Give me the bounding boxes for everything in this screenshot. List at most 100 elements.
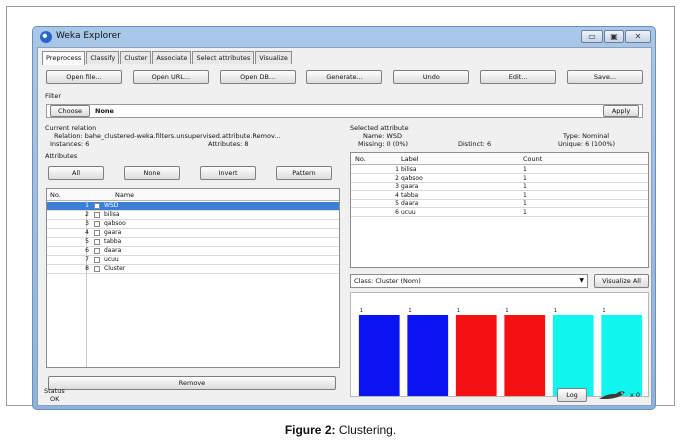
log-button[interactable]: Log — [557, 388, 587, 402]
save-button[interactable]: Save... — [566, 70, 643, 84]
histogram-bar-daara — [552, 315, 594, 396]
filter-field[interactable]: Choose None Apply — [46, 104, 643, 118]
open-file-button[interactable]: Open file... — [46, 70, 122, 84]
attribute-row[interactable]: 5 tabba — [47, 238, 339, 247]
attribute-checkbox[interactable] — [94, 230, 100, 236]
attributes-heading: Attributes — [45, 152, 78, 160]
label-count: 1 — [523, 200, 527, 207]
label-number: 3 — [395, 183, 399, 190]
attribute-checkbox[interactable] — [94, 266, 100, 272]
label-row[interactable]: 1 bilisa 1 — [351, 166, 648, 174]
attribute-name: gaara — [104, 229, 122, 236]
label-row[interactable]: 5 daara 1 — [351, 200, 648, 208]
label-row[interactable]: 4 tabba 1 — [351, 192, 648, 200]
attribute-checkbox[interactable] — [94, 257, 100, 263]
label-number: 1 — [395, 166, 399, 173]
attribute-name: tabba — [104, 238, 122, 245]
selected-attribute-distinct: Distinct: 6 — [458, 140, 492, 148]
tab-classify[interactable]: Classify — [86, 51, 120, 64]
edit-button[interactable]: Edit... — [480, 70, 557, 84]
close-button[interactable]: ✕ — [625, 30, 651, 43]
label-row[interactable]: 2 qabsoo 1 — [351, 175, 648, 183]
tab-preprocess[interactable]: Preprocess — [42, 51, 86, 65]
attribute-name: ucuu — [104, 256, 119, 263]
open-url-button[interactable]: Open URL... — [132, 70, 209, 84]
label-column-no-header: No. — [355, 155, 366, 163]
attributes-count: Attributes: 8 — [208, 140, 249, 148]
label-row[interactable]: 3 gaara 1 — [351, 183, 648, 191]
attribute-name: WSD — [104, 202, 119, 209]
attribute-number: 4 — [85, 229, 89, 236]
histogram-svg: 1 1 1 1 1 1 — [358, 308, 643, 396]
visualize-all-button[interactable]: Visualize All — [594, 274, 649, 288]
attribute-number: 7 — [85, 256, 89, 263]
attribute-checkbox[interactable] — [94, 248, 100, 254]
label-count: 1 — [523, 208, 527, 216]
relation-name: Relation: bahe_clustered-weka.filters.un… — [54, 132, 281, 140]
instances-count: Instances: 6 — [50, 140, 90, 148]
generate-button[interactable]: Generate... — [306, 70, 383, 84]
attribute-row[interactable]: 8 Cluster — [47, 265, 339, 274]
attribute-name: qabsoo — [104, 220, 126, 227]
attribute-number: 2 — [85, 211, 89, 218]
maximize-button[interactable]: ▣ — [604, 30, 624, 43]
tab-select-attributes[interactable]: Select attributes — [192, 51, 255, 64]
attribute-row[interactable]: 4 gaara — [47, 229, 339, 238]
selected-attribute-type: Type: Nominal — [563, 132, 610, 140]
label-number: 5 — [395, 200, 399, 207]
label-column-count-header: Count — [523, 155, 543, 163]
attribute-number: 8 — [85, 265, 89, 272]
attribute-checkbox[interactable] — [94, 221, 100, 227]
selected-attribute-name: Name: WSD — [363, 132, 402, 140]
attribute-row[interactable]: 6 daara — [47, 247, 339, 256]
invert-selection-button[interactable]: Invert — [200, 166, 256, 180]
select-none-button[interactable]: None — [124, 166, 180, 180]
status-heading: Status — [44, 387, 65, 395]
histogram-bar-qabsoo — [407, 315, 449, 396]
weka-explorer-window: Weka Explorer ▭ ▣ ✕ Preprocess Classify … — [32, 26, 656, 410]
labels-table-header: No. Label Count — [351, 153, 648, 165]
tab-cluster[interactable]: Cluster — [120, 51, 152, 64]
tab-visualize[interactable]: Visualize — [255, 51, 292, 64]
label-count: 1 — [523, 183, 527, 190]
pattern-button[interactable]: Pattern — [276, 166, 332, 180]
selected-attribute-missing: Missing: 0 (0%) — [358, 140, 409, 148]
attribute-number: 1 — [85, 202, 89, 209]
choose-button[interactable]: Choose — [50, 105, 90, 117]
label-column-label-header: Label — [401, 155, 419, 163]
histogram-bar-label: 1 — [602, 308, 605, 314]
histogram-bar-tabba — [504, 315, 546, 396]
attribute-name: daara — [104, 247, 122, 254]
figure-caption: Figure 2: Clustering. — [0, 423, 681, 437]
attribute-checkbox[interactable] — [94, 212, 100, 218]
select-all-button[interactable]: All — [48, 166, 104, 180]
attribute-row[interactable]: 1 WSD — [47, 202, 339, 211]
class-select[interactable]: Class: Cluster (Nom) ▼ — [350, 274, 588, 288]
attribute-checkbox[interactable] — [94, 239, 100, 245]
histogram-bar-label: 1 — [408, 308, 411, 314]
weka-app-icon — [40, 31, 52, 43]
attribute-row[interactable]: 7 ucuu — [47, 256, 339, 265]
histogram-bar-bilisa — [358, 315, 400, 396]
title-bar: Weka Explorer ▭ ▣ ✕ — [33, 27, 655, 47]
minimize-button[interactable]: ▭ — [581, 30, 603, 43]
open-db-button[interactable]: Open DB... — [219, 70, 296, 84]
attribute-checkbox[interactable] — [94, 203, 100, 209]
label-number: 6 — [395, 208, 399, 216]
label-number: 4 — [395, 191, 399, 199]
attribute-row[interactable]: 2 bilisa — [47, 211, 339, 220]
apply-button[interactable]: Apply — [603, 105, 639, 117]
label-row[interactable]: 6 ucuu 1 — [351, 209, 648, 217]
tab-associate[interactable]: Associate — [152, 51, 192, 64]
label-number: 2 — [395, 174, 399, 182]
undo-button[interactable]: Undo — [393, 70, 470, 84]
attribute-row[interactable]: 3 qabsoo — [47, 220, 339, 229]
label-value: ucuu — [401, 208, 416, 216]
filter-value: None — [95, 107, 114, 115]
label-value: tabba — [401, 191, 419, 199]
remove-button[interactable]: Remove — [48, 376, 336, 390]
explorer-client-area: Preprocess Classify Cluster Associate Se… — [37, 47, 652, 406]
window-title: Weka Explorer — [56, 31, 121, 41]
selected-attribute-heading: Selected attribute — [350, 124, 409, 132]
label-value: qabsoo — [401, 174, 423, 182]
